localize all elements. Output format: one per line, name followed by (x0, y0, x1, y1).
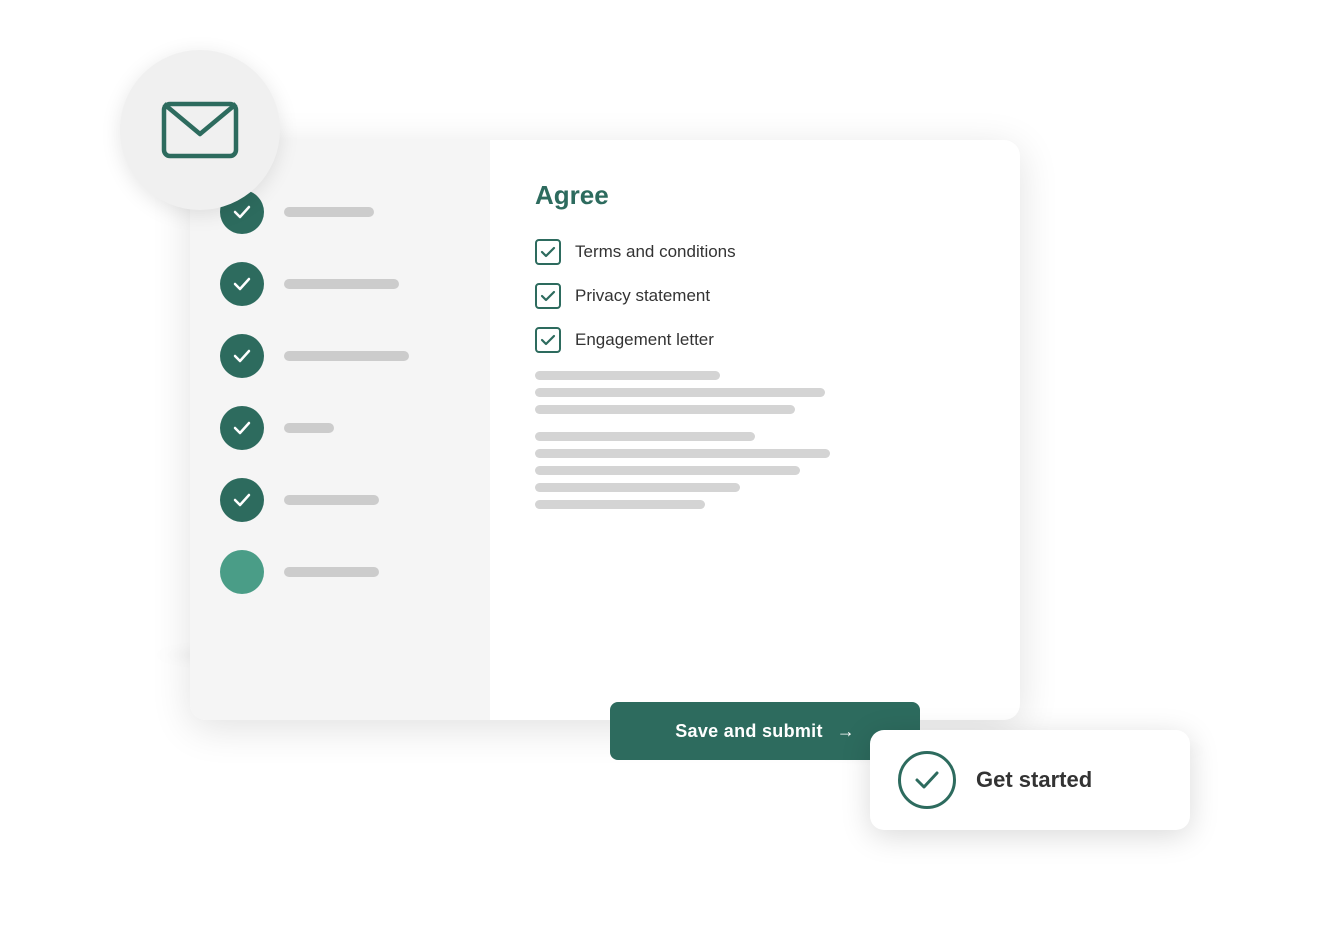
text-group-1 (535, 371, 975, 414)
check-icon-terms (540, 244, 556, 260)
checkbox-item-3[interactable]: Engagement letter (535, 327, 975, 353)
sidebar-dot-2 (220, 262, 264, 306)
text-group-2 (535, 432, 975, 509)
check-icon-4 (232, 418, 252, 438)
checkbox-engagement[interactable] (535, 327, 561, 353)
checkbox-terms[interactable] (535, 239, 561, 265)
text-line (535, 466, 800, 475)
get-started-card[interactable]: Get started (870, 730, 1190, 830)
check-icon-2 (232, 274, 252, 294)
agree-title: Agree (535, 180, 975, 211)
main-card: Agree Terms and conditions Privacy state… (190, 140, 1020, 720)
checkbox-label-engagement: Engagement letter (575, 330, 714, 350)
sidebar-line-1 (284, 207, 374, 217)
text-line (535, 432, 755, 441)
sidebar-item (220, 190, 460, 234)
checkbox-label-privacy: Privacy statement (575, 286, 710, 306)
email-icon (160, 100, 240, 160)
sidebar-line-4 (284, 423, 334, 433)
scene: Agree Terms and conditions Privacy state… (100, 50, 1200, 850)
sidebar-item-active (220, 550, 460, 594)
text-line (535, 405, 795, 414)
sidebar-item (220, 262, 460, 306)
get-started-circle-icon (898, 751, 956, 809)
sidebar-line-2 (284, 279, 399, 289)
get-started-check-icon (911, 764, 943, 796)
checkbox-label-terms: Terms and conditions (575, 242, 736, 262)
sidebar-dot-3 (220, 334, 264, 378)
text-line (535, 483, 740, 492)
sidebar-dot-6-active (220, 550, 264, 594)
sidebar-line-3 (284, 351, 409, 361)
text-line (535, 388, 825, 397)
sidebar-dot-4 (220, 406, 264, 450)
checkbox-item-2[interactable]: Privacy statement (535, 283, 975, 309)
check-icon-privacy (540, 288, 556, 304)
sidebar-item (220, 406, 460, 450)
checkbox-item-1[interactable]: Terms and conditions (535, 239, 975, 265)
save-submit-label: Save and submit (675, 721, 823, 742)
check-icon-3 (232, 346, 252, 366)
sidebar (190, 140, 490, 720)
text-line (535, 500, 705, 509)
text-line (535, 371, 720, 380)
check-icon-5 (232, 490, 252, 510)
sidebar-item (220, 334, 460, 378)
check-icon-1 (232, 202, 252, 222)
sidebar-line-5 (284, 495, 379, 505)
sidebar-item (220, 478, 460, 522)
get-started-label: Get started (976, 767, 1092, 793)
email-bubble (120, 50, 280, 210)
main-content: Agree Terms and conditions Privacy state… (490, 140, 1020, 720)
sidebar-dot-5 (220, 478, 264, 522)
checkbox-privacy[interactable] (535, 283, 561, 309)
check-icon-engagement (540, 332, 556, 348)
text-line (535, 449, 830, 458)
sidebar-line-6 (284, 567, 379, 577)
arrow-icon: → (837, 721, 855, 742)
